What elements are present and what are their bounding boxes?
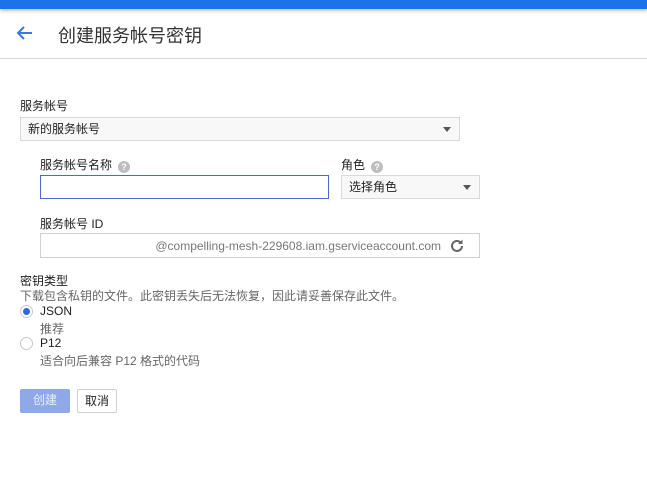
radio-p12[interactable]: [20, 337, 33, 350]
key-type-description: 下载包含私钥的文件。此密钥丢失后无法恢复，因此请妥善保存此文件。: [20, 289, 405, 303]
help-icon[interactable]: ?: [118, 161, 131, 173]
service-account-name-input[interactable]: [40, 175, 329, 199]
account-id-suffix: @compelling-mesh-229608.iam.gserviceacco…: [155, 239, 441, 253]
radio-json[interactable]: [20, 305, 33, 318]
chevron-down-icon: [443, 127, 451, 132]
help-icon[interactable]: ?: [371, 161, 384, 173]
json-sub: 推荐: [40, 322, 65, 336]
account-id-label: 服务帐号 ID: [40, 217, 104, 231]
service-account-label: 服务帐号: [20, 99, 69, 113]
back-button[interactable]: [14, 22, 36, 44]
service-account-selected: 新的服务帐号: [28, 122, 101, 136]
top-bar: [0, 0, 647, 9]
refresh-icon[interactable]: [449, 238, 465, 254]
create-button[interactable]: 创建: [20, 389, 70, 413]
page-title: 创建服务帐号密钥: [58, 26, 202, 46]
arrow-back-icon: [16, 26, 32, 40]
name-label: 服务帐号名称?: [40, 156, 131, 173]
chevron-down-icon: [463, 185, 471, 190]
json-label: JSON: [40, 304, 73, 318]
name-label-text: 服务帐号名称: [40, 158, 113, 172]
account-id-input[interactable]: @compelling-mesh-229608.iam.gserviceacco…: [40, 233, 480, 258]
service-account-select[interactable]: 新的服务帐号: [20, 117, 460, 141]
cancel-button[interactable]: 取消: [77, 389, 117, 413]
role-selected: 选择角色: [349, 180, 398, 194]
header-divider: [0, 58, 647, 59]
role-select[interactable]: 选择角色: [341, 175, 480, 199]
role-label: 角色?: [341, 156, 384, 173]
role-label-text: 角色: [341, 158, 366, 172]
p12-label: P12: [40, 336, 62, 350]
p12-sub: 适合向后兼容 P12 格式的代码: [40, 354, 201, 368]
